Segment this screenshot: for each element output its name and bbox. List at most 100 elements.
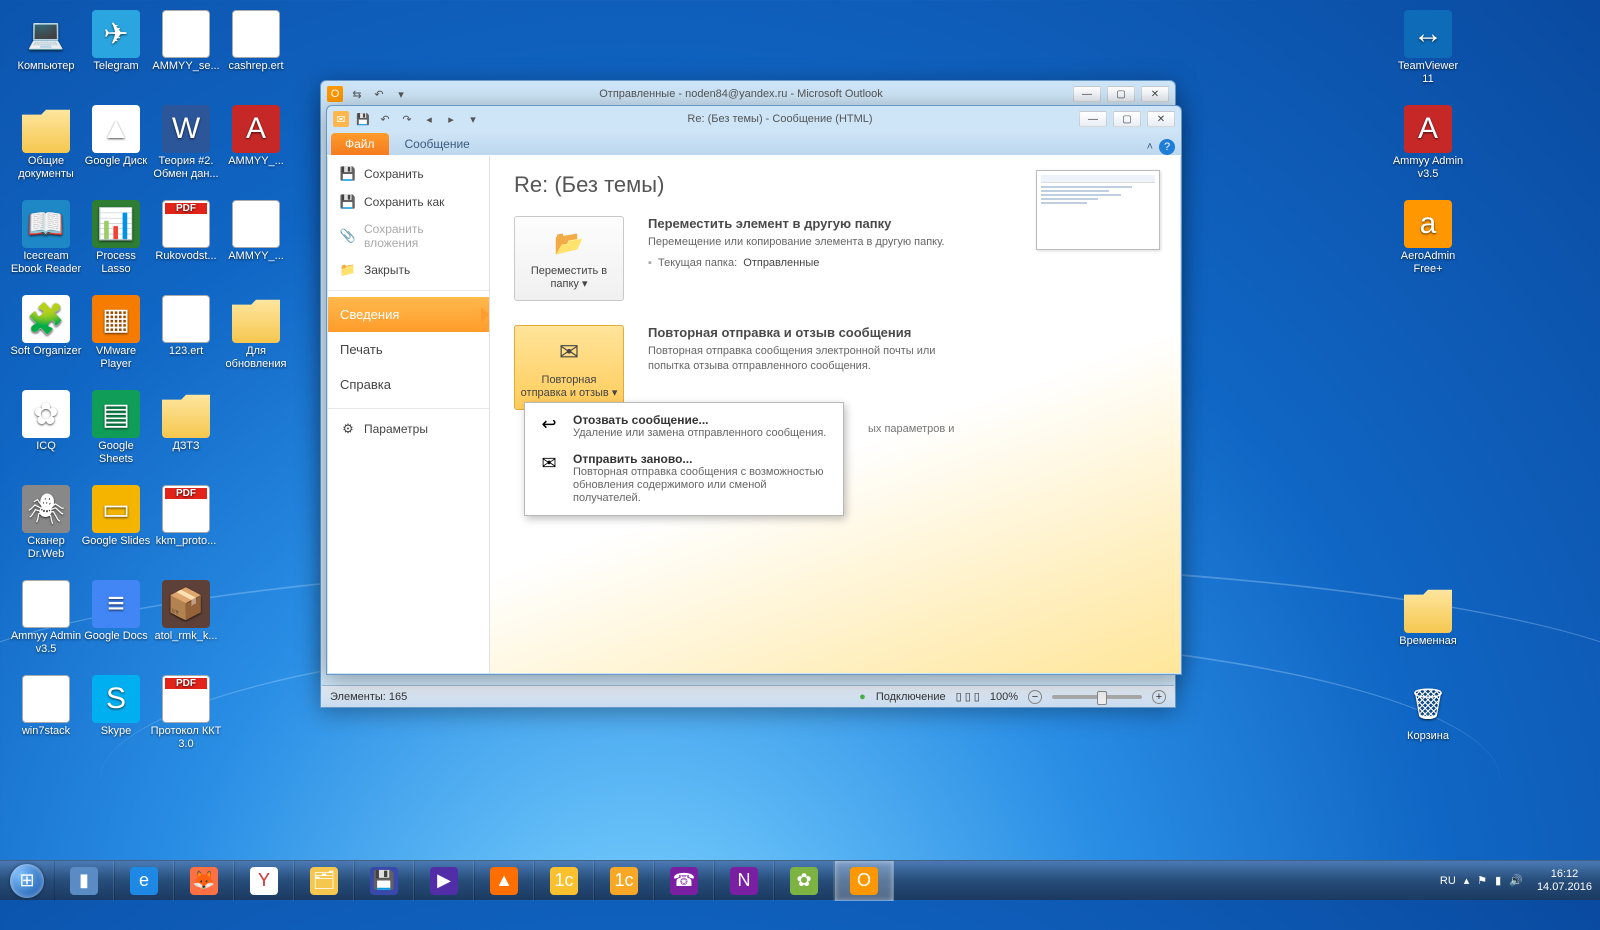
desktop-icon[interactable]: SSkype — [80, 675, 152, 738]
volume-icon[interactable]: 🔊 — [1509, 874, 1523, 887]
taskbar-item[interactable]: 1c — [534, 861, 594, 901]
taskbar-item[interactable]: ✿ — [774, 861, 834, 901]
taskbar-item[interactable]: 💾 — [354, 861, 414, 901]
nav-close[interactable]: 📁Закрыть — [328, 256, 489, 284]
language-indicator[interactable]: RU — [1440, 875, 1456, 887]
undo-icon[interactable]: ↶ — [371, 86, 387, 102]
desktop-icon[interactable]: win7stack — [10, 675, 82, 738]
next-icon[interactable]: ▸ — [443, 111, 459, 127]
nav-print[interactable]: Печать — [328, 332, 489, 367]
desktop-icon[interactable]: AAMMYY_... — [220, 105, 292, 168]
help-icon[interactable]: ? — [1159, 139, 1175, 155]
zoom-in-button[interactable]: + — [1152, 690, 1166, 704]
redo-icon[interactable]: ↷ — [399, 111, 415, 127]
desktop-icon[interactable]: 123.ert — [150, 295, 222, 358]
desktop-icon[interactable]: ↔TeamViewer 11 — [1392, 10, 1464, 86]
save-icon[interactable]: 💾 — [355, 111, 371, 127]
desktop-icon[interactable]: ✈Telegram — [80, 10, 152, 73]
undo-icon[interactable]: ↶ — [377, 111, 393, 127]
tab-message[interactable]: Сообщение — [391, 133, 484, 155]
desktop-icon[interactable]: 🧩Soft Organizer — [10, 295, 82, 358]
maximize-button[interactable]: ▢ — [1107, 86, 1135, 102]
nav-help[interactable]: Справка — [328, 367, 489, 402]
taskbar-item[interactable]: N — [714, 861, 774, 901]
clock[interactable]: 16:1214.07.2016 — [1531, 868, 1592, 894]
close-button[interactable]: ✕ — [1141, 86, 1169, 102]
desktop-icon[interactable]: ▦VMware Player — [80, 295, 152, 371]
message-titlebar: ✉ 💾 ↶ ↷ ◂ ▸ ▾ Re: (Без темы) - Сообщение… — [327, 106, 1181, 132]
resend-recall-button[interactable]: ✉ Повторная отправка и отзыв ▾ — [514, 325, 624, 410]
flag-icon[interactable]: ⚑ — [1477, 874, 1487, 887]
nav-info[interactable]: Сведения — [328, 297, 489, 332]
desktop-icon[interactable]: 💻Компьютер — [10, 10, 82, 73]
desktop-icon[interactable]: ✿ICQ — [10, 390, 82, 453]
maximize-button[interactable]: ▢ — [1113, 111, 1141, 127]
zoom-slider[interactable] — [1052, 695, 1142, 699]
outlook-app-icon: O — [327, 86, 343, 102]
start-button[interactable] — [0, 861, 54, 901]
outlook-title: Отправленные - noden84@yandex.ru - Micro… — [409, 88, 1073, 100]
taskbar-item[interactable]: ▮ — [54, 861, 114, 901]
nav-options[interactable]: ⚙Параметры — [328, 415, 489, 443]
desktop-icon[interactable]: 📖Icecream Ebook Reader — [10, 200, 82, 276]
taskbar-item[interactable]: 1c — [594, 861, 654, 901]
desktop-icon[interactable]: ≡Google Docs — [80, 580, 152, 643]
desktop-icon[interactable]: Протокол ККТ 3.0 — [150, 675, 222, 751]
message-title: Re: (Без темы) - Сообщение (HTML) — [481, 113, 1079, 125]
menu-item[interactable]: ↩Отозвать сообщение...Удаление или замен… — [525, 407, 843, 446]
desktop-icon[interactable]: Общие документы — [10, 105, 82, 181]
desktop-icon[interactable]: WТеория #2. Обмен дан... — [150, 105, 222, 181]
desktop-icon[interactable]: cashrep.ert — [220, 10, 292, 73]
taskbar-item[interactable]: e — [114, 861, 174, 901]
folder-icon: 📁 — [340, 262, 356, 278]
status-item-count: Элементы: 165 — [330, 691, 407, 703]
tab-file[interactable]: Файл — [331, 133, 389, 155]
desktop-icon[interactable]: ▤Google Sheets — [80, 390, 152, 466]
taskbar-item[interactable]: O — [834, 861, 894, 901]
send-receive-icon[interactable]: ⇆ — [349, 86, 365, 102]
zoom-out-button[interactable]: − — [1028, 690, 1042, 704]
desktop-icon[interactable]: AMMYY_... — [220, 200, 292, 263]
desktop-icon[interactable]: Ammyy Admin v3.5 — [10, 580, 82, 656]
message-preview-thumbnail[interactable] — [1036, 170, 1160, 250]
close-button[interactable]: ✕ — [1147, 111, 1175, 127]
desktop-icon[interactable]: 🗑Корзина — [1392, 680, 1464, 743]
desktop-icon[interactable]: ДЗТЗ — [150, 390, 222, 453]
prev-icon[interactable]: ◂ — [421, 111, 437, 127]
move-to-folder-button[interactable]: 📂 Переместить в папку ▾ — [514, 216, 624, 301]
qat-dropdown-icon[interactable]: ▾ — [465, 111, 481, 127]
desktop-icon[interactable]: Временная — [1392, 585, 1464, 648]
desktop-icon[interactable]: Rukovodst... — [150, 200, 222, 263]
desktop-icon[interactable]: ▲Google Диск — [80, 105, 152, 168]
ribbon-minimize-icon[interactable]: ˄ — [1147, 141, 1153, 153]
nav-save-as[interactable]: 💾Сохранить как — [328, 188, 489, 216]
menu-item[interactable]: ✉Отправить заново...Повторная отправка с… — [525, 446, 843, 511]
taskbar-item[interactable]: 🗂 — [294, 861, 354, 901]
desktop-icon[interactable]: ▭Google Slides — [80, 485, 152, 548]
backstage-nav: 💾Сохранить 💾Сохранить как 📎Сохранить вло… — [328, 156, 490, 673]
taskbar-item[interactable]: ▲ — [474, 861, 534, 901]
desktop-icon[interactable]: kkm_proto... — [150, 485, 222, 548]
resend-heading: Повторная отправка и отзыв сообщения — [648, 325, 948, 340]
desktop-icon[interactable]: AAmmyy Admin v3.5 — [1392, 105, 1464, 181]
desktop-icon[interactable]: Для обновления — [220, 295, 292, 371]
desktop-icon[interactable]: 📊Process Lasso — [80, 200, 152, 276]
menu-item-icon: ↩ — [535, 413, 563, 435]
view-buttons[interactable]: ▯ ▯ ▯ — [956, 690, 980, 703]
network-icon[interactable]: ▮ — [1495, 874, 1501, 887]
minimize-button[interactable]: — — [1079, 111, 1107, 127]
taskbar-item[interactable]: ☎ — [654, 861, 714, 901]
resend-icon: ✉ — [549, 336, 589, 368]
qat-dropdown-icon[interactable]: ▾ — [393, 86, 409, 102]
taskbar-item[interactable]: Y — [234, 861, 294, 901]
desktop-icon[interactable]: 🕷Сканер Dr.Web — [10, 485, 82, 561]
tray-expand-icon[interactable]: ▴ — [1464, 874, 1470, 887]
nav-save[interactable]: 💾Сохранить — [328, 160, 489, 188]
desktop-icon[interactable]: AMMYY_se... — [150, 10, 222, 73]
taskbar-item[interactable]: ▶ — [414, 861, 474, 901]
desktop-icon[interactable]: 📦atol_rmk_k... — [150, 580, 222, 643]
taskbar-item[interactable]: 🦊 — [174, 861, 234, 901]
system-tray: RU ▴ ⚑ ▮ 🔊 16:1214.07.2016 — [1432, 868, 1600, 894]
minimize-button[interactable]: — — [1073, 86, 1101, 102]
desktop-icon[interactable]: aAeroAdmin Free+ — [1392, 200, 1464, 276]
